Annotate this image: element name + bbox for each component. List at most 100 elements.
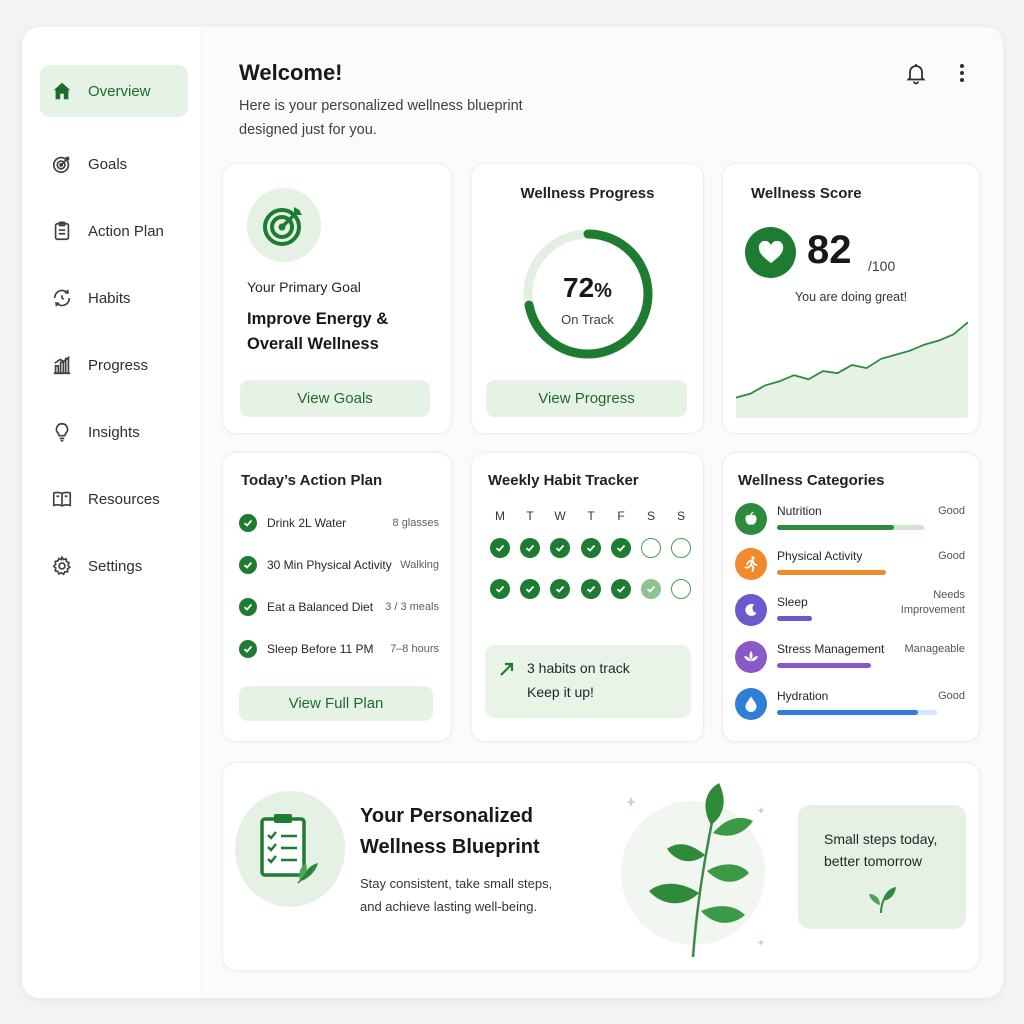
progress-value: 72%: [563, 272, 612, 303]
wellness-categories-card: Wellness Categories Nutrition Good Physi…: [722, 452, 980, 742]
habit-check-done[interactable]: [550, 538, 570, 558]
card-title: Wellness Progress: [520, 185, 655, 202]
banner-title: Wellness Blueprint: [360, 836, 540, 858]
list-item[interactable]: Eat a Balanced Diet 3 / 3 meals: [239, 597, 439, 617]
sprout-icon: [869, 887, 896, 914]
habit-check-empty[interactable]: [671, 579, 691, 599]
sidebar-item-label: Progress: [88, 356, 149, 374]
action-value: 8 glasses: [392, 517, 439, 529]
sidebar-item-goals[interactable]: Goals: [40, 138, 188, 190]
habit-summary: 3 habits on track Keep it up!: [485, 645, 691, 718]
score-value: 82: [807, 228, 852, 272]
list-item[interactable]: 30 Min Physical Activity Walking: [239, 555, 439, 575]
sidebar-item-progress[interactable]: Progress: [40, 339, 188, 391]
summary-subtext: Keep it up!: [527, 684, 594, 700]
heart-icon: [745, 227, 796, 278]
action-label: 30 Min Physical Activity: [267, 558, 392, 572]
apple-icon: [735, 503, 767, 535]
sidebar-item-label: Settings: [88, 557, 143, 575]
check-icon: [239, 514, 257, 532]
more-vertical-icon[interactable]: [948, 59, 976, 87]
score-message: You are doing great!: [794, 290, 908, 304]
action-label: Drink 2L Water: [267, 516, 347, 530]
habit-tracker-card: Weekly Habit Tracker M T W T F S S 3 hab…: [471, 452, 704, 742]
card-title: Weekly Habit Tracker: [488, 472, 639, 489]
sidebar-item-overview[interactable]: Overview: [40, 65, 188, 117]
habit-check-done[interactable]: [520, 579, 540, 599]
list-item[interactable]: Sleep Before 11 PM 7–8 hours: [239, 639, 439, 659]
category-status: Good: [938, 690, 965, 702]
category-track: [777, 663, 965, 668]
habit-check-empty[interactable]: [671, 538, 691, 558]
category-status: Good: [938, 505, 965, 517]
category-sleep[interactable]: Sleep Needs Improvement: [735, 589, 965, 630]
check-icon: [239, 640, 257, 658]
cycle-icon: [50, 286, 74, 310]
bell-icon[interactable]: [902, 59, 930, 87]
sidebar-item-resources[interactable]: Resources: [40, 473, 188, 525]
day-label: T: [526, 509, 534, 523]
home-icon: [50, 79, 74, 103]
sidebar-item-action-plan[interactable]: Action Plan: [40, 205, 188, 257]
sidebar-item-label: Overview: [88, 82, 151, 100]
target-icon: [247, 188, 321, 262]
day-label: T: [587, 509, 595, 523]
primary-goal-card: Your Primary Goal Improve Energy & Overa…: [222, 163, 452, 434]
summary-text: 3 habits on track: [527, 660, 630, 676]
sidebar-item-settings[interactable]: Settings: [40, 540, 188, 592]
goal-label: Your Primary Goal: [247, 279, 361, 295]
view-goals-button[interactable]: View Goals: [240, 380, 430, 417]
habit-check-done[interactable]: [611, 538, 631, 558]
habit-check-done[interactable]: [490, 538, 510, 558]
day-label: W: [554, 509, 566, 523]
category-name: Hydration: [777, 689, 829, 703]
category-stress-management[interactable]: Stress Management Manageable: [735, 641, 965, 677]
page-title: Welcome!: [239, 60, 343, 85]
action-label: Sleep Before 11 PM: [267, 642, 374, 656]
book-icon: [50, 487, 74, 511]
list-item[interactable]: Drink 2L Water 8 glasses: [239, 513, 439, 533]
sidebar-item-label: Goals: [88, 155, 128, 173]
clipboard-icon: [50, 219, 74, 243]
card-title: Wellness Score: [751, 185, 862, 202]
view-full-plan-button[interactable]: View Full Plan: [239, 686, 433, 721]
water-drop-icon: [735, 688, 767, 720]
day-label: S: [676, 509, 685, 523]
action-label: Eat a Balanced Diet: [267, 600, 374, 614]
moon-icon: [735, 594, 767, 626]
habit-check-partial[interactable]: [641, 579, 661, 599]
category-fill: [777, 570, 887, 575]
action-value: 3 / 3 meals: [385, 601, 439, 613]
category-name: Physical Activity: [777, 549, 863, 563]
view-progress-button[interactable]: View Progress: [486, 380, 687, 417]
day-label: M: [495, 509, 505, 523]
habit-check-done[interactable]: [520, 538, 540, 558]
category-fill: [777, 663, 871, 668]
sidebar-item-insights[interactable]: Insights: [40, 406, 188, 458]
score-trend-chart: [736, 321, 968, 418]
action-value: 7–8 hours: [390, 643, 439, 655]
category-status: Needs Improvement: [900, 589, 965, 616]
motivation-card: Small steps today, better tomorrow: [798, 805, 966, 929]
category-physical-activity[interactable]: Physical Activity Good: [735, 548, 965, 584]
habit-check-empty[interactable]: [641, 538, 661, 558]
category-fill: [777, 525, 894, 530]
habit-check-done[interactable]: [581, 538, 601, 558]
category-status: Good: [938, 550, 965, 562]
habit-check-done[interactable]: [611, 579, 631, 599]
action-plan-card: Today’s Action Plan Drink 2L Water 8 gla…: [222, 452, 452, 742]
category-hydration[interactable]: Hydration Good: [735, 688, 965, 724]
card-title: Wellness Categories: [738, 472, 885, 489]
sidebar: Overview Goals Action Plan Habits Progre…: [22, 27, 202, 998]
category-fill: [777, 616, 812, 621]
target-icon: [50, 152, 74, 176]
category-nutrition[interactable]: Nutrition Good: [735, 503, 965, 539]
banner-title: Your Personalized: [360, 805, 534, 827]
habit-check-done[interactable]: [490, 579, 510, 599]
sidebar-item-label: Habits: [88, 289, 131, 307]
sidebar-item-habits[interactable]: Habits: [40, 272, 188, 324]
habit-check-done[interactable]: [581, 579, 601, 599]
category-track: [777, 616, 860, 621]
habit-check-done[interactable]: [550, 579, 570, 599]
check-icon: [239, 598, 257, 616]
